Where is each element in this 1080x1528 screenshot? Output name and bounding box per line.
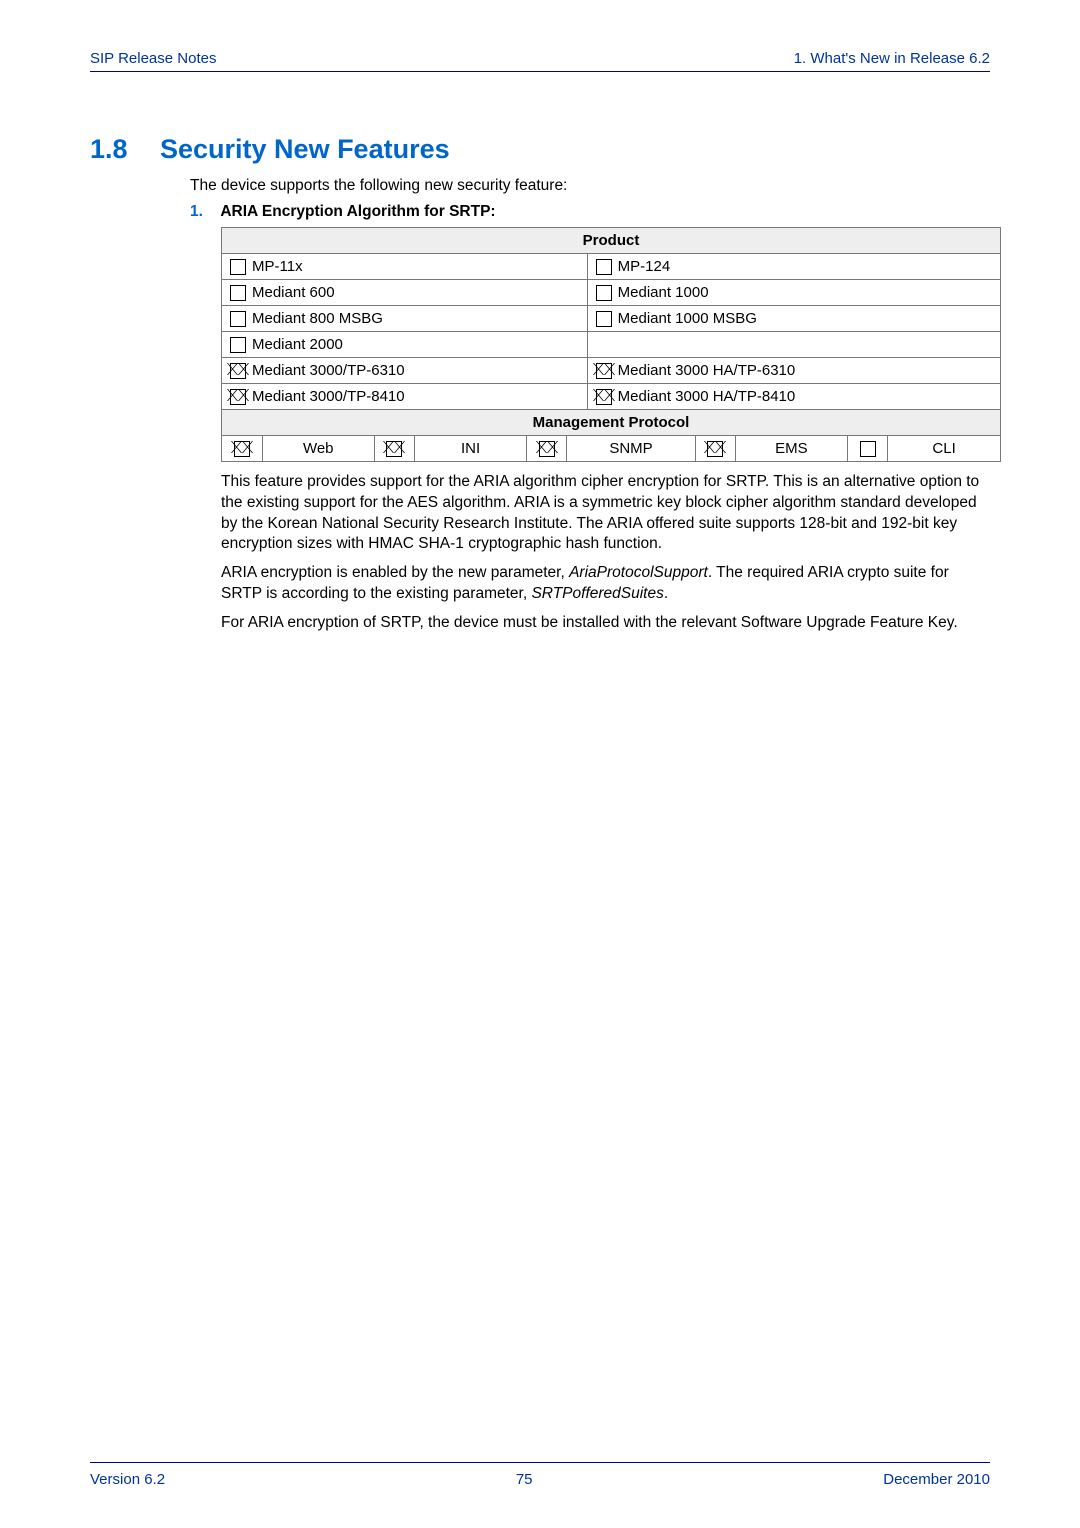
- table-row: Mediant 800 MSBG Mediant 1000 MSBG: [222, 306, 1001, 332]
- product-label: Mediant 3000/TP-8410: [252, 388, 405, 405]
- checkbox-icon: [230, 285, 246, 301]
- product-label: Mediant 800 MSBG: [252, 310, 383, 327]
- list-number: 1.: [190, 203, 216, 221]
- checkbox-icon: [230, 259, 246, 275]
- checkbox-icon: [596, 311, 612, 327]
- mgmt-label: EMS: [735, 436, 847, 461]
- product-label: Mediant 3000 HA/TP-8410: [618, 388, 796, 405]
- footer-right: December 2010: [883, 1471, 990, 1488]
- list-item-heading: ARIA Encryption Algorithm for SRTP:: [220, 203, 495, 220]
- checkbox-checked-icon: [230, 389, 246, 405]
- checkbox-checked-icon: [230, 363, 246, 379]
- footer-left: Version 6.2: [90, 1471, 165, 1488]
- checkbox-icon: [860, 441, 876, 457]
- product-label: Mediant 3000 HA/TP-6310: [618, 362, 796, 379]
- checkbox-checked-icon: [386, 441, 402, 457]
- product-label: Mediant 1000: [618, 284, 709, 301]
- product-label: Mediant 1000 MSBG: [618, 310, 757, 327]
- checkbox-checked-icon: [596, 389, 612, 405]
- table-row: Mediant 3000/TP-6310 Mediant 3000 HA/TP-…: [222, 358, 1001, 384]
- header-right: 1. What's New in Release 6.2: [794, 50, 990, 67]
- product-label: MP-124: [618, 258, 671, 275]
- product-table: Product MP-11x MP-124 Mediant 600 Median…: [221, 227, 1001, 462]
- header-left: SIP Release Notes: [90, 50, 216, 67]
- page-footer: Version 6.2 75 December 2010: [90, 1462, 990, 1488]
- checkbox-checked-icon: [234, 441, 250, 457]
- mgmt-header: Management Protocol: [222, 410, 1001, 436]
- mgmt-row: Web INI SNMP EMS CLI: [222, 436, 1001, 462]
- table-row: Mediant 2000: [222, 332, 1001, 358]
- page-header: SIP Release Notes 1. What's New in Relea…: [90, 50, 990, 72]
- footer-center: 75: [516, 1471, 533, 1488]
- paragraph-2: ARIA encryption is enabled by the new pa…: [221, 563, 990, 605]
- product-label: Mediant 3000/TP-6310: [252, 362, 405, 379]
- intro-text: The device supports the following new se…: [190, 177, 990, 195]
- mgmt-label: CLI: [888, 436, 1000, 461]
- checkbox-checked-icon: [539, 441, 555, 457]
- checkbox-icon: [230, 311, 246, 327]
- paragraph-1: This feature provides support for the AR…: [221, 472, 990, 555]
- product-header: Product: [222, 228, 1001, 254]
- product-label: Mediant 2000: [252, 336, 343, 353]
- table-row: MP-11x MP-124: [222, 254, 1001, 280]
- mgmt-label: INI: [414, 436, 526, 461]
- mgmt-label: Web: [262, 436, 374, 461]
- table-row: Mediant 3000/TP-8410 Mediant 3000 HA/TP-…: [222, 384, 1001, 410]
- checkbox-checked-icon: [707, 441, 723, 457]
- checkbox-icon: [230, 337, 246, 353]
- product-label: Mediant 600: [252, 284, 335, 301]
- mgmt-label: SNMP: [567, 436, 695, 461]
- checkbox-icon: [596, 285, 612, 301]
- product-label: MP-11x: [252, 258, 303, 275]
- section-title: Security New Features: [160, 134, 450, 164]
- section-heading: 1.8Security New Features: [90, 134, 990, 165]
- section-number: 1.8: [90, 134, 160, 165]
- list-item-1: 1. ARIA Encryption Algorithm for SRTP:: [190, 203, 990, 221]
- checkbox-checked-icon: [596, 363, 612, 379]
- paragraph-3: For ARIA encryption of SRTP, the device …: [221, 613, 990, 634]
- checkbox-icon: [596, 259, 612, 275]
- table-row: Mediant 600 Mediant 1000: [222, 280, 1001, 306]
